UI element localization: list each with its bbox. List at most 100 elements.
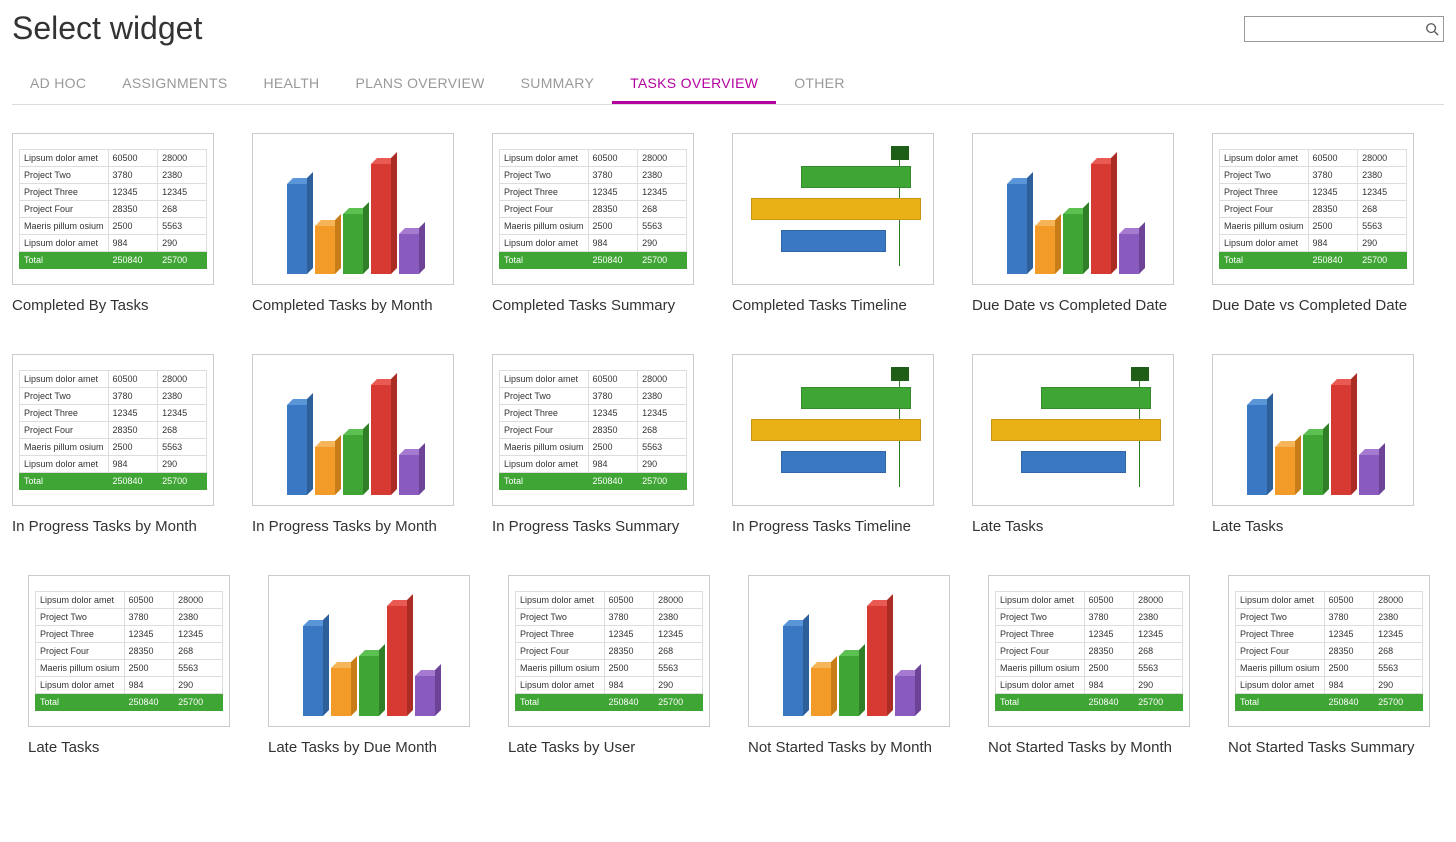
widget-card[interactable]: Lipsum dolor amet6050028000Project Two37… <box>492 133 694 314</box>
bar-chart <box>259 361 447 499</box>
widget-card[interactable]: Lipsum dolor amet6050028000Project Two37… <box>1212 133 1414 314</box>
widget-title: In Progress Tasks by Month <box>12 518 214 535</box>
table-row: Project Four28350268 <box>500 422 687 439</box>
tab-summary[interactable]: SUMMARY <box>503 65 612 104</box>
widget-preview-table: Lipsum dolor amet6050028000Project Two37… <box>988 575 1190 727</box>
table-row: Project Three1234512345 <box>36 626 223 643</box>
table-row: Lipsum dolor amet6050028000 <box>20 371 207 388</box>
widget-title: Not Started Tasks by Month <box>988 739 1190 756</box>
search-icon <box>1425 22 1439 36</box>
widget-title: Completed Tasks by Month <box>252 297 454 314</box>
widget-title: Not Started Tasks Summary <box>1228 739 1430 756</box>
table-row: Project Four28350268 <box>516 643 703 660</box>
widget-preview-bars <box>748 575 950 727</box>
table-row: Project Two37802380 <box>20 167 207 184</box>
widget-card[interactable]: Due Date vs Completed Date <box>972 133 1174 314</box>
table-row: Maeris pillum osium25005563 <box>1220 218 1407 235</box>
table-row: Lipsum dolor amet984290 <box>1236 677 1423 694</box>
table-row: Lipsum dolor amet6050028000 <box>20 150 207 167</box>
gantt-row <box>981 387 1165 409</box>
table-row: Lipsum dolor amet984290 <box>500 456 687 473</box>
widget-preview-table: Lipsum dolor amet6050028000Project Two37… <box>1212 133 1414 285</box>
widget-preview-table: Lipsum dolor amet6050028000Project Two37… <box>12 354 214 506</box>
preview-table: Lipsum dolor amet6050028000Project Two37… <box>995 591 1183 711</box>
widget-title: In Progress Tasks by Month <box>252 518 454 535</box>
widget-card[interactable]: Lipsum dolor amet6050028000Project Two37… <box>12 133 214 314</box>
table-row: Project Three1234512345 <box>1236 626 1423 643</box>
bar-purple <box>895 676 915 716</box>
table-row: Maeris pillum osium25005563 <box>500 439 687 456</box>
table-row: Maeris pillum osium25005563 <box>36 660 223 677</box>
table-row: Lipsum dolor amet6050028000 <box>36 592 223 609</box>
table-row: Maeris pillum osium25005563 <box>500 218 687 235</box>
widget-card[interactable]: Lipsum dolor amet6050028000Project Two37… <box>508 575 710 756</box>
table-row: Project Three1234512345 <box>1220 184 1407 201</box>
widget-card[interactable]: In Progress Tasks by Month <box>252 354 454 535</box>
bar-orange <box>1035 226 1055 274</box>
gantt-marker <box>1131 367 1149 381</box>
search-box[interactable] <box>1244 16 1444 42</box>
tab-plans-overview[interactable]: PLANS OVERVIEW <box>337 65 502 104</box>
bar-orange <box>1275 447 1295 495</box>
gantt-row <box>741 451 925 473</box>
bar-blue <box>783 626 803 716</box>
table-row: Project Three1234512345 <box>516 626 703 643</box>
widget-card[interactable]: Not Started Tasks by Month <box>748 575 950 756</box>
widget-preview-bars <box>252 133 454 285</box>
widget-title: Late Tasks <box>1212 518 1414 535</box>
bar-purple <box>1119 234 1139 274</box>
widget-preview-bars <box>252 354 454 506</box>
table-row: Lipsum dolor amet6050028000 <box>500 150 687 167</box>
widget-card[interactable]: Completed Tasks by Month <box>252 133 454 314</box>
widget-title: Not Started Tasks by Month <box>748 739 950 756</box>
widget-card[interactable]: Lipsum dolor amet6050028000Project Two37… <box>12 354 214 535</box>
tab-assignments[interactable]: ASSIGNMENTS <box>104 65 245 104</box>
widget-card[interactable]: Lipsum dolor amet6050028000Project Two37… <box>28 575 230 756</box>
tab-other[interactable]: OTHER <box>776 65 863 104</box>
widget-preview-bars <box>268 575 470 727</box>
widget-preview-gantt <box>972 354 1174 506</box>
widget-card[interactable]: Lipsum dolor amet6050028000Project Two37… <box>1228 575 1430 756</box>
widget-title: In Progress Tasks Summary <box>492 518 694 535</box>
tab-health[interactable]: HEALTH <box>245 65 337 104</box>
bar-green <box>343 214 363 274</box>
bar-blue <box>287 405 307 495</box>
table-row: Project Two37802380 <box>1220 167 1407 184</box>
bar-purple <box>399 234 419 274</box>
gantt-bar <box>1041 387 1151 409</box>
table-row: Project Three1234512345 <box>20 405 207 422</box>
gantt-marker <box>891 367 909 381</box>
preview-table: Lipsum dolor amet6050028000Project Two37… <box>499 149 687 269</box>
widget-card[interactable]: Lipsum dolor amet6050028000Project Two37… <box>988 575 1190 756</box>
table-row: Project Four28350268 <box>20 422 207 439</box>
preview-table: Lipsum dolor amet6050028000Project Two37… <box>1219 149 1407 269</box>
bar-red <box>387 606 407 716</box>
table-row: Maeris pillum osium25005563 <box>516 660 703 677</box>
widget-card[interactable]: Late Tasks <box>1212 354 1414 535</box>
widget-title: Completed Tasks Summary <box>492 297 694 314</box>
widget-grid-row1: Lipsum dolor amet6050028000Project Two37… <box>12 133 1444 314</box>
tab-tasks-overview[interactable]: TASKS OVERVIEW <box>612 65 776 104</box>
tab-ad-hoc[interactable]: AD HOC <box>12 65 104 104</box>
table-row: Lipsum dolor amet984290 <box>20 235 207 252</box>
widget-card[interactable]: Lipsum dolor amet6050028000Project Two37… <box>492 354 694 535</box>
table-row: Project Two37802380 <box>516 609 703 626</box>
bar-red <box>371 164 391 274</box>
table-row: Project Four28350268 <box>20 201 207 218</box>
table-row: Project Two37802380 <box>36 609 223 626</box>
widget-card[interactable]: Late Tasks by Due Month <box>268 575 470 756</box>
table-row: Lipsum dolor amet984290 <box>500 235 687 252</box>
bar-chart <box>979 140 1167 278</box>
bar-blue <box>1247 405 1267 495</box>
page-title: Select widget <box>12 10 202 47</box>
widget-card[interactable]: Late Tasks <box>972 354 1174 535</box>
widget-card[interactable]: In Progress Tasks Timeline <box>732 354 934 535</box>
table-row: Lipsum dolor amet984290 <box>36 677 223 694</box>
search-input[interactable] <box>1249 22 1425 36</box>
widget-title: Due Date vs Completed Date <box>972 297 1174 314</box>
widget-card[interactable]: Completed Tasks Timeline <box>732 133 934 314</box>
bar-green <box>1303 435 1323 495</box>
preview-table: Lipsum dolor amet6050028000Project Two37… <box>1235 591 1423 711</box>
header: Select widget <box>12 0 1444 65</box>
table-row: Maeris pillum osium25005563 <box>20 439 207 456</box>
